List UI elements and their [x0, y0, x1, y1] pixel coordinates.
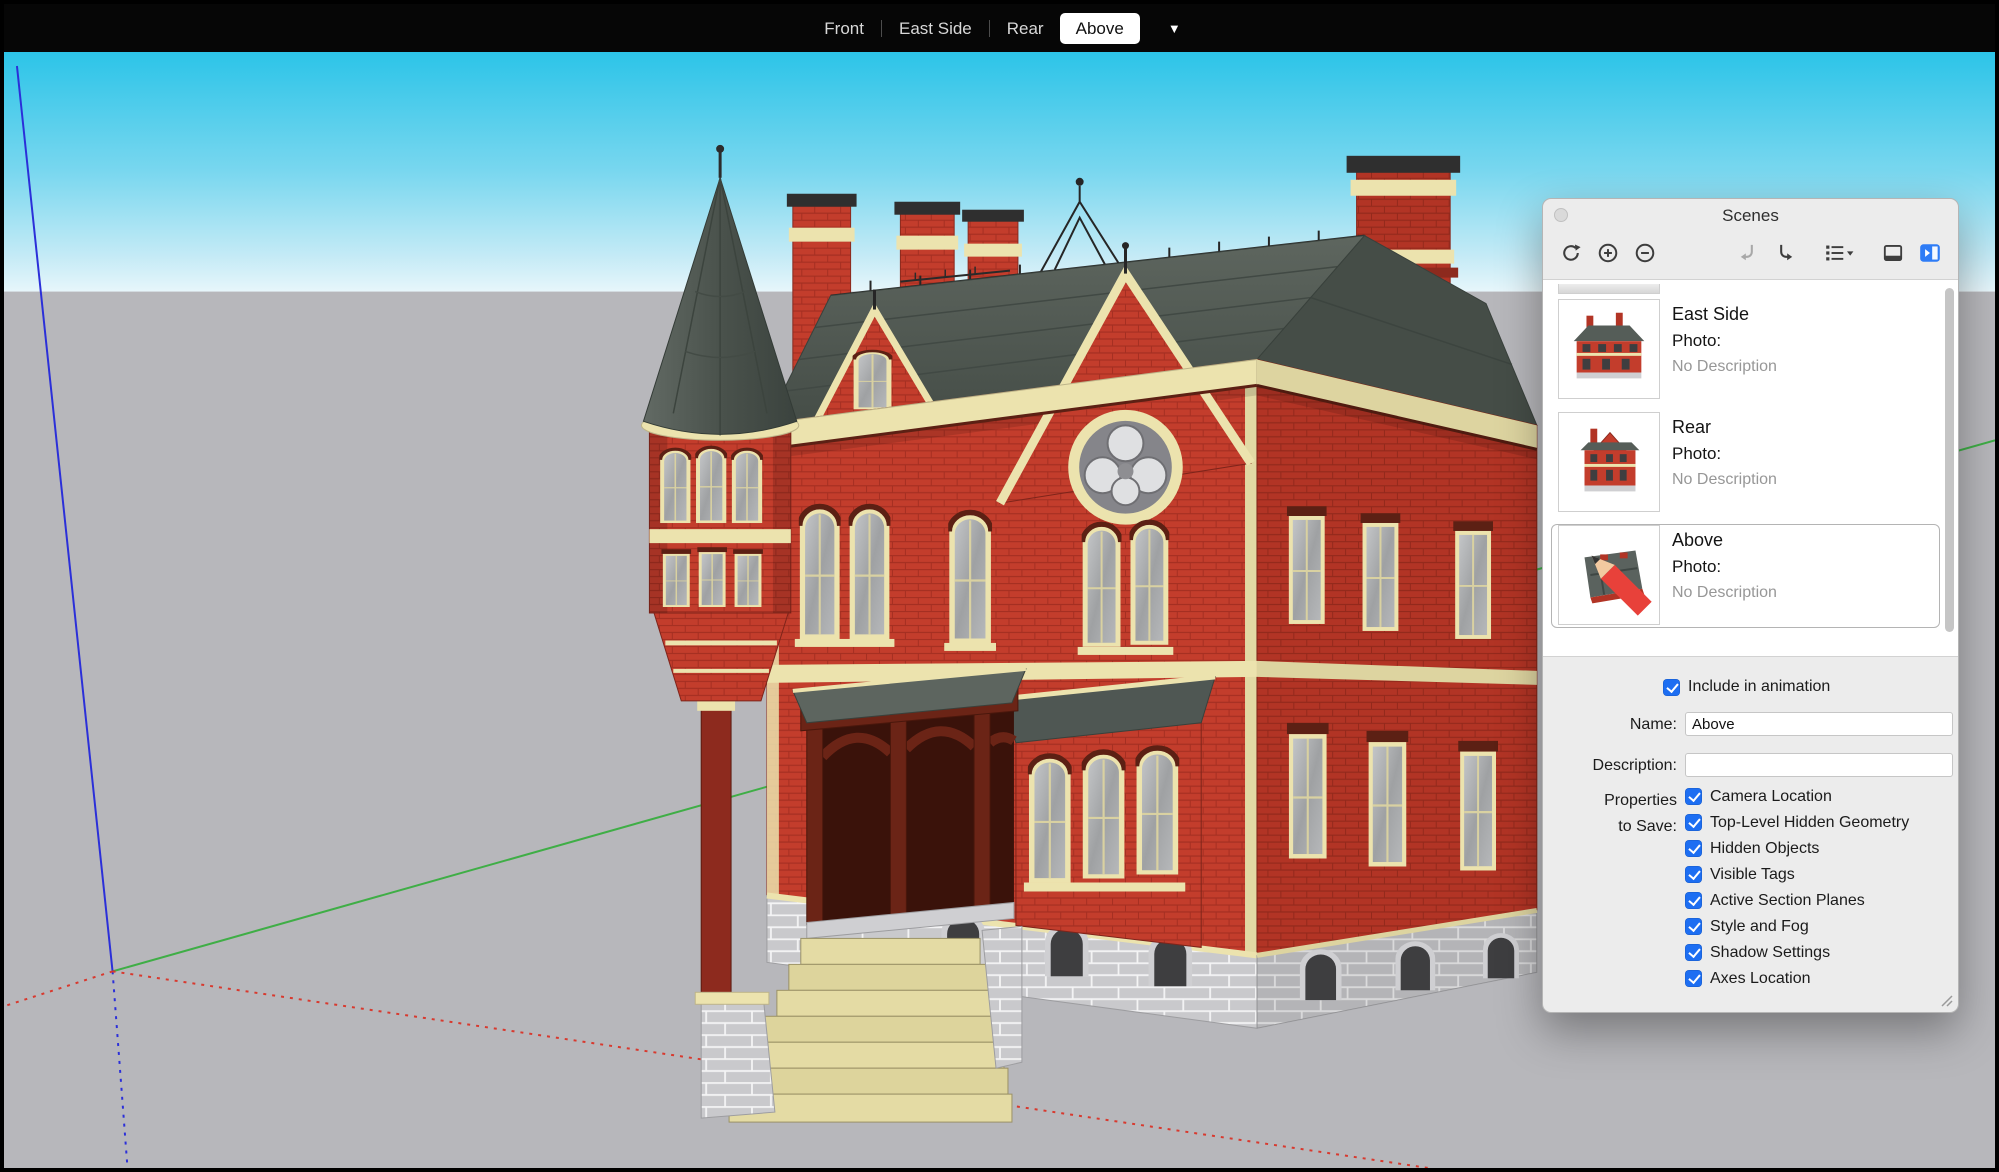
property-label: Visible Tags: [1710, 866, 1795, 884]
minus-circle-icon: [1633, 241, 1657, 265]
arrow-up-curve-icon: [1773, 241, 1797, 265]
property-row: Top-Level Hidden Geometry: [1685, 814, 1909, 831]
hidden-objects-checkbox[interactable]: [1685, 840, 1702, 857]
axes-location-checkbox[interactable]: [1685, 970, 1702, 987]
tab-overflow-button[interactable]: ▼: [1158, 15, 1191, 42]
scene-name: East Side: [1672, 304, 1777, 325]
tab-rear[interactable]: Rear: [991, 13, 1060, 44]
remove-scene-button[interactable]: [1631, 239, 1659, 267]
rear-thumbnail: [1559, 413, 1659, 511]
visible-tags-checkbox[interactable]: [1685, 866, 1702, 883]
scene-description-input[interactable]: [1685, 753, 1953, 777]
scenes-panel-titlebar: Scenes: [1543, 199, 1958, 231]
tab-separator: [989, 20, 990, 37]
modified-pencil-icon: [1567, 532, 1667, 630]
add-scene-button[interactable]: [1594, 239, 1622, 267]
tab-separator: [881, 20, 882, 37]
property-label: Camera Location: [1710, 788, 1832, 806]
panel-bottom-icon: [1881, 241, 1905, 265]
scene-list: East Side Photo: No Description: [1543, 279, 1958, 657]
scene-name: Above: [1672, 530, 1777, 551]
show-thumbnails-button[interactable]: [1879, 239, 1907, 267]
include-in-animation-label: Include in animation: [1688, 678, 1830, 696]
scene-description: No Description: [1672, 471, 1777, 489]
scenes-panel: Scenes: [1542, 198, 1959, 1013]
include-in-animation-checkbox[interactable]: [1663, 679, 1680, 696]
sketchup-window: Front East Side Rear Above ▼: [0, 0, 1999, 1172]
arrow-down-curve-icon: [1736, 241, 1760, 265]
property-row: Style and Fog: [1685, 918, 1909, 935]
scene-description: No Description: [1672, 358, 1777, 376]
plus-circle-icon: [1596, 241, 1620, 265]
scene-thumbnail: [1558, 525, 1660, 625]
properties-label-line2: to Save:: [1547, 814, 1677, 840]
scenes-toolbar: [1543, 231, 1958, 275]
style-and-fog-checkbox[interactable]: [1685, 918, 1702, 935]
scene-tabs: Front East Side Rear Above ▼: [808, 13, 1190, 44]
scene-item-partial[interactable]: [1558, 284, 1660, 294]
properties-to-save-label: Properties to Save:: [1547, 788, 1677, 840]
tab-front[interactable]: Front: [808, 13, 880, 44]
property-label: Top-Level Hidden Geometry: [1710, 814, 1909, 832]
scene-photo-label: Photo:: [1672, 557, 1777, 577]
scene-description: No Description: [1672, 584, 1777, 602]
scene-item-above[interactable]: Above Photo: No Description: [1551, 524, 1940, 628]
list-options-icon: [1823, 241, 1855, 265]
camera-location-checkbox[interactable]: [1685, 788, 1702, 805]
property-label: Axes Location: [1710, 970, 1811, 988]
scene-item-east-side[interactable]: East Side Photo: No Description: [1551, 298, 1940, 402]
scene-photo-label: Photo:: [1672, 331, 1777, 351]
scene-name-input[interactable]: [1685, 712, 1953, 736]
scene-thumbnail: [1558, 299, 1660, 399]
scene-item-rear[interactable]: Rear Photo: No Description: [1551, 411, 1940, 515]
property-label: Style and Fog: [1710, 918, 1809, 936]
scenes-panel-title: Scenes: [1543, 206, 1958, 226]
scene-photo-label: Photo:: [1672, 444, 1777, 464]
panel-right-blue-icon: [1918, 241, 1942, 265]
show-details-button[interactable]: [1916, 239, 1944, 267]
quatrefoil-ornament: [1074, 415, 1178, 519]
properties-label-line1: Properties: [1547, 788, 1677, 814]
property-label: Hidden Objects: [1710, 840, 1819, 858]
tab-above[interactable]: Above: [1060, 13, 1140, 44]
property-row: Active Section Planes: [1685, 892, 1909, 909]
shadow-settings-checkbox[interactable]: [1685, 944, 1702, 961]
bay-window: [1002, 677, 1215, 948]
porch: [793, 669, 1026, 939]
tab-east-side[interactable]: East Side: [883, 13, 988, 44]
move-scene-up-button[interactable]: [1771, 239, 1799, 267]
top-level-hidden-geometry-checkbox[interactable]: [1685, 814, 1702, 831]
include-in-animation-row: Include in animation: [1663, 678, 1830, 696]
property-row: Hidden Objects: [1685, 840, 1909, 857]
scene-list-scrollbar[interactable]: [1945, 288, 1954, 632]
move-scene-down-button[interactable]: [1734, 239, 1762, 267]
property-row: Visible Tags: [1685, 866, 1909, 883]
description-label: Description:: [1547, 757, 1677, 775]
panel-resize-handle[interactable]: [1939, 993, 1953, 1007]
name-label: Name:: [1547, 716, 1677, 734]
refresh-icon: [1559, 241, 1583, 265]
property-label: Active Section Planes: [1710, 892, 1865, 910]
property-row: Shadow Settings: [1685, 944, 1909, 961]
property-row: Camera Location: [1685, 788, 1909, 805]
scene-name: Rear: [1672, 417, 1777, 438]
property-row: Axes Location: [1685, 970, 1909, 987]
3d-viewport[interactable]: Scenes: [4, 52, 1995, 1168]
scene-tab-bar: Front East Side Rear Above ▼: [4, 4, 1995, 52]
view-options-button[interactable]: [1821, 239, 1857, 267]
upper-windows-front: [795, 507, 1173, 655]
scene-thumbnail: [1558, 412, 1660, 512]
property-label: Shadow Settings: [1710, 944, 1830, 962]
east-side-thumbnail: [1559, 300, 1659, 398]
active-section-planes-checkbox[interactable]: [1685, 892, 1702, 909]
properties-to-save-list: Camera Location Top-Level Hidden Geometr…: [1685, 788, 1909, 987]
update-scene-button[interactable]: [1557, 239, 1585, 267]
